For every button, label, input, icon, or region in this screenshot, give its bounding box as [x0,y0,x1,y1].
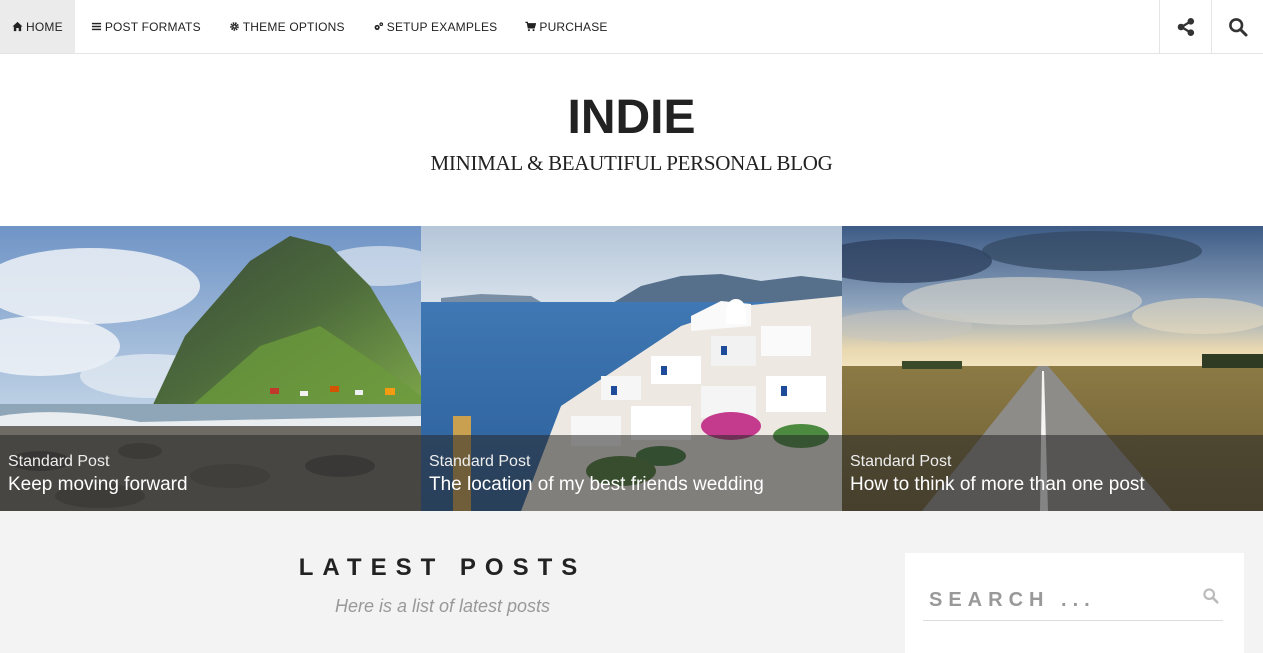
featured-post-caption: Standard Post Keep moving forward [0,435,421,511]
site-tagline: MINIMAL & BEAUTIFUL PERSONAL BLOG [430,151,833,175]
nav-item-label: POST FORMATS [104,19,201,34]
share-icon [1177,17,1194,36]
section-title: LATEST POSTS [298,554,587,581]
featured-post-card[interactable]: Standard Post The location of my best fr… [421,226,842,511]
search-submit-icon[interactable] [1202,587,1220,605]
post-category[interactable]: Standard Post [429,452,834,471]
nav-item-setup-examples[interactable]: SETUP EXAMPLES [359,0,512,53]
nav-item-label: HOME [26,19,63,34]
site-title[interactable]: INDIE [0,90,1263,145]
post-title[interactable]: The location of my best friends wedding [429,473,834,497]
gear-icon [229,21,240,32]
featured-post-caption: Standard Post How to think of more than … [842,435,1263,511]
nav-item-label: SETUP EXAMPLES [386,19,498,34]
share-button[interactable] [1159,0,1211,53]
nav-item-label: THEME OPTIONS [242,19,345,34]
nav-item-label: PURCHASE [539,19,608,34]
cart-icon [525,21,537,32]
section-subtitle: Here is a list of latest posts [334,596,551,616]
featured-post-caption: Standard Post The location of my best fr… [421,435,842,511]
main-content: LATEST POSTS Here is a list of latest po… [0,511,1263,653]
search-toggle-button[interactable] [1211,0,1263,53]
nav-item-home[interactable]: HOME [0,0,75,53]
post-title[interactable]: How to think of more than one post [850,473,1255,497]
featured-posts-slider: Standard Post Keep moving forward Standa… [0,226,1263,511]
nav-item-theme-options[interactable]: THEME OPTIONS [215,0,359,53]
nav-item-post-formats[interactable]: POST FORMATS [75,0,215,53]
featured-post-card[interactable]: Standard Post Keep moving forward [0,226,421,511]
site-header: INDIE MINIMAL & BEAUTIFUL PERSONAL BLOG [0,54,1263,226]
search-icon [1228,17,1247,36]
search-widget [905,553,1244,653]
post-title[interactable]: Keep moving forward [8,473,413,497]
search-input[interactable] [923,581,1223,621]
nav-item-purchase[interactable]: PURCHASE [511,0,621,53]
post-category[interactable]: Standard Post [850,452,1255,471]
featured-post-card[interactable]: Standard Post How to think of more than … [842,226,1263,511]
home-icon [12,21,23,32]
gears-icon [373,21,384,32]
list-icon [91,21,102,32]
nav-right-actions [1159,0,1263,53]
top-navigation: HOME POST FORMATS THEME OPTIONS SETUP EX… [0,0,1263,54]
post-category[interactable]: Standard Post [8,452,413,471]
